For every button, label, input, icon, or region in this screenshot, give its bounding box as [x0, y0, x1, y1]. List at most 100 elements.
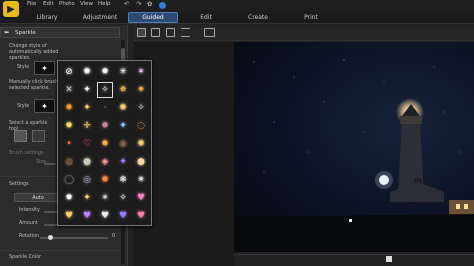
sparkle-star8-icon[interactable]: ✶: [133, 64, 149, 80]
sparkle-glyph-icon: ❄: [119, 175, 127, 185]
divider: [0, 250, 121, 251]
sparkle-soft-icon[interactable]: ✹: [97, 64, 113, 80]
sparkle-ember-icon[interactable]: ✺: [97, 172, 113, 188]
menu-bar: ▶ File Edit Photo View Help ↶ ↷ ✿: [0, 0, 474, 17]
none-icon[interactable]: ⊘: [61, 64, 77, 80]
sparkle-glyph-icon: ♡: [82, 139, 92, 149]
list-view-icon[interactable]: [181, 28, 190, 37]
intensity-label: Intensity: [19, 208, 40, 213]
main-tabs: Library Adjustment Guided Edit Create Pr…: [0, 11, 474, 24]
sparkle-glyph-icon: ✛: [83, 121, 91, 131]
tab-guided[interactable]: Guided: [128, 12, 178, 23]
sparkle-heart-icon[interactable]: ♡: [79, 136, 95, 152]
display-icon[interactable]: [204, 28, 215, 37]
menu-photo[interactable]: Photo: [59, 1, 75, 7]
sparkle-rainbow-icon[interactable]: ◈: [97, 154, 113, 170]
sparkle-glyph-icon: ✹: [65, 193, 73, 203]
sparkle-heart-purple-icon[interactable]: ♥: [79, 208, 95, 224]
undo-icon[interactable]: ↶: [124, 0, 129, 8]
compare-view-icon[interactable]: [151, 28, 160, 37]
sparkle-snowflake-icon[interactable]: ❄: [115, 172, 131, 188]
sparkle-cluster-icon[interactable]: ✷: [133, 172, 149, 188]
sparkle-tiny-icon[interactable]: ✧: [133, 100, 149, 116]
sparkle-ray-icon[interactable]: ✦: [79, 100, 95, 116]
sparkle-glyph-icon: ◍: [65, 157, 73, 167]
eraser-tool-icon[interactable]: [32, 130, 45, 142]
sparkle-cyan-icon[interactable]: ✦: [115, 118, 131, 134]
menu-file[interactable]: File: [27, 1, 36, 7]
brush-tool-icon[interactable]: [14, 130, 27, 142]
sparkle-stars-icon[interactable]: ✧: [115, 190, 131, 206]
info-icon[interactable]: [159, 2, 166, 9]
sparkle-amber-icon[interactable]: ✺: [115, 100, 131, 116]
sparkle-glyph-icon: ✺: [119, 103, 127, 113]
sparkle-yellow-icon[interactable]: ✹: [61, 118, 77, 134]
sparkle-heartglow-icon[interactable]: ♥: [133, 190, 149, 206]
menu-view[interactable]: View: [80, 1, 93, 7]
back-icon[interactable]: ⬅: [4, 29, 9, 36]
sparkle-glyph-icon: ✧: [101, 85, 109, 95]
sparkle-purple-icon[interactable]: ✦: [115, 154, 131, 170]
tab-edit[interactable]: Edit: [197, 12, 215, 23]
sparkle-heart-white-icon[interactable]: ♥: [97, 208, 113, 224]
sparkle-x-icon[interactable]: ✕: [61, 82, 77, 98]
sparkle-bokeh-icon[interactable]: ●: [79, 154, 95, 170]
tab-library[interactable]: Library: [36, 12, 58, 23]
grid-view-icon[interactable]: [166, 28, 175, 37]
sparkle-multi-icon[interactable]: ✺: [133, 136, 149, 152]
sparkle-ring-icon[interactable]: ◌: [133, 118, 149, 134]
sparkle-glyph-icon: ✹: [65, 121, 73, 131]
sparkle-heart-pink-icon[interactable]: ♥: [133, 208, 149, 224]
sparkle-cross-icon[interactable]: ✛: [79, 118, 95, 134]
photo-canvas[interactable]: [234, 42, 474, 252]
sparkle-boxed-icon[interactable]: ✧: [97, 82, 113, 98]
sparkle-fire-icon[interactable]: ✸: [97, 136, 113, 152]
sparkle-color-label: Sparkle Color: [9, 255, 42, 260]
manual-style-thumbnail[interactable]: ✦: [34, 99, 55, 113]
sparkle-ring2-icon[interactable]: ◯: [61, 172, 77, 188]
sparkle-white-icon[interactable]: ✺: [79, 64, 95, 80]
divider: [234, 254, 474, 255]
sparkle-dim-icon[interactable]: ◉: [115, 136, 131, 152]
sparkle-glyph-icon: ✹: [101, 67, 109, 77]
amount-slider[interactable]: [44, 224, 58, 226]
sparkle-glow-icon[interactable]: ✳: [115, 64, 131, 80]
menu-edit[interactable]: Edit: [43, 1, 54, 7]
stop-icon[interactable]: [386, 256, 392, 262]
sparkle-heart-violet-icon[interactable]: ♥: [115, 208, 131, 224]
sparkle-starfull-icon[interactable]: ✹: [61, 190, 77, 206]
size-slider[interactable]: [44, 163, 56, 165]
sparkle-glyph-icon: ✦: [119, 121, 127, 131]
sparkle-gold-icon[interactable]: ✷: [133, 82, 149, 98]
sparkle-orange-icon[interactable]: ✸: [61, 100, 77, 116]
sparkle-glyph-icon: ✺: [83, 67, 91, 77]
sparkle-pink-icon[interactable]: ✵: [97, 118, 113, 134]
tab-print[interactable]: Print: [302, 12, 320, 23]
gear-icon[interactable]: ✿: [147, 0, 152, 8]
tab-adjustment[interactable]: Adjustment: [82, 12, 118, 23]
sparkle-glyph-icon: ♥: [82, 211, 92, 221]
sparkle-orb-icon[interactable]: ●: [133, 154, 149, 170]
sparkle-glyph-icon: ✺: [101, 175, 109, 185]
sparkle-star-icon: ✦: [41, 63, 48, 73]
sparkle-dot-icon[interactable]: •: [61, 136, 77, 152]
single-view-icon[interactable]: [137, 28, 146, 37]
sparkle-warm-icon[interactable]: ✵: [115, 82, 131, 98]
redo-icon[interactable]: ↷: [136, 0, 141, 8]
sparkle-starpair-icon[interactable]: ✶: [97, 190, 113, 206]
sparkle-haze-icon[interactable]: ◍: [61, 154, 77, 170]
sparkle-ringglow-icon[interactable]: ◎: [79, 172, 95, 188]
intensity-slider[interactable]: [44, 211, 58, 213]
canvas-bottom-bar: [234, 252, 474, 266]
sparkle-faint-icon[interactable]: ·: [97, 100, 113, 116]
style-thumbnail[interactable]: ✦: [34, 61, 55, 75]
brush-settings-label: Brush settings: [9, 151, 44, 156]
rotation-knob[interactable]: [48, 235, 53, 240]
sparkle-heart-gold-icon[interactable]: ♥: [61, 208, 77, 224]
sparkle-long-icon[interactable]: ✦: [79, 82, 95, 98]
tab-create[interactable]: Create: [247, 12, 269, 23]
mode-dropdown[interactable]: Auto: [14, 193, 62, 202]
settings-label: Settings: [9, 182, 29, 187]
menu-help[interactable]: Help: [98, 1, 111, 7]
sparkle-spark-icon[interactable]: ✦: [79, 190, 95, 206]
